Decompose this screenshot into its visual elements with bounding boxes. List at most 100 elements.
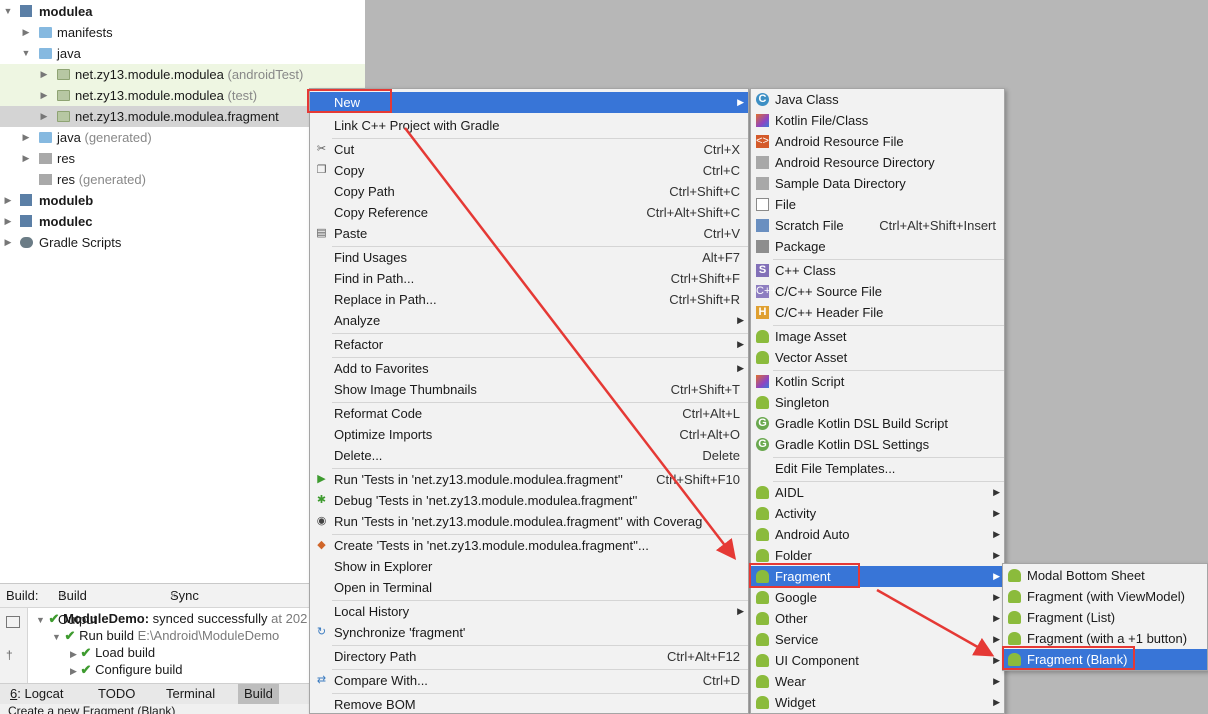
menu-item-directory-path[interactable]: Directory Path Ctrl+Alt+F12 — [310, 646, 748, 667]
new-item-fragment[interactable]: Fragment ▶ — [751, 566, 1004, 587]
menu-item-compare-with[interactable]: ⇄ Compare With... Ctrl+D — [310, 670, 748, 691]
expand-arrow-icon[interactable]: ▼ — [52, 632, 61, 642]
expand-arrow-icon[interactable]: ▶ — [70, 649, 77, 659]
menu-item-link-cpp[interactable]: Link C++ Project with Gradle — [310, 115, 748, 136]
new-item-cpp-source[interactable]: C++ C/C++ Source File — [751, 281, 1004, 302]
build-row[interactable]: ▼ ✔ ModuleDemo: synced successfully at 2… — [36, 610, 307, 627]
menu-item-show-image-thumbnails[interactable]: Show Image Thumbnails Ctrl+Shift+T — [310, 379, 748, 400]
new-item-edit-file-templates[interactable]: Edit File Templates... — [751, 458, 1004, 479]
new-item-service[interactable]: Service ▶ — [751, 629, 1004, 650]
fragment-item-modal-bottom-sheet[interactable]: Modal Bottom Sheet — [1003, 565, 1207, 586]
tree-item-java[interactable]: ▼ java — [0, 43, 365, 64]
android-icon — [756, 675, 769, 688]
tree-item-manifests[interactable]: ▶ manifests — [0, 22, 365, 43]
expand-arrow-icon[interactable]: ▶ — [38, 85, 50, 106]
menu-item-debug-tests[interactable]: ✱ Debug 'Tests in 'net.zy13.module.module… — [310, 490, 748, 511]
build-row[interactable]: ▶ ✔ Load build — [70, 644, 155, 661]
tool-window-label: Terminal — [166, 686, 216, 701]
new-item-vector-asset[interactable]: Vector Asset — [751, 347, 1004, 368]
menu-item-show-in-explorer[interactable]: Show in Explorer — [310, 556, 748, 577]
close-icon[interactable]: × — [58, 584, 64, 608]
new-item-android-resource-directory[interactable]: Android Resource Directory — [751, 152, 1004, 173]
menu-item-find-in-path[interactable]: Find in Path... Ctrl+Shift+F — [310, 268, 748, 289]
expand-arrow-icon[interactable]: ▶ — [2, 232, 14, 253]
menu-item-paste[interactable]: ▤ Paste Ctrl+V — [310, 223, 748, 244]
new-item-file[interactable]: File — [751, 194, 1004, 215]
build-row-name: Run build — [79, 628, 135, 643]
expand-arrow-icon[interactable]: ▼ — [20, 43, 32, 64]
menu-item-copy-reference[interactable]: Copy Reference Ctrl+Alt+Shift+C — [310, 202, 748, 223]
expand-arrow-icon[interactable]: ▶ — [2, 190, 14, 211]
menu-item-synchronize[interactable]: ↻ Synchronize 'fragment' — [310, 622, 748, 643]
new-item-java-class[interactable]: C Java Class — [751, 89, 1004, 110]
new-item-ui-component[interactable]: UI Component ▶ — [751, 650, 1004, 671]
new-item-folder[interactable]: Folder ▶ — [751, 545, 1004, 566]
tool-window-todo[interactable]: TODO — [92, 684, 141, 704]
new-item-cpp-class[interactable]: S C++ Class — [751, 260, 1004, 281]
gradle-icon — [20, 237, 33, 248]
new-item-google[interactable]: Google ▶ — [751, 587, 1004, 608]
new-item-image-asset[interactable]: Image Asset — [751, 326, 1004, 347]
menu-item-refactor[interactable]: Refactor ▶ — [310, 334, 748, 355]
close-icon[interactable]: × — [170, 584, 176, 608]
menu-item-optimize-imports[interactable]: Optimize Imports Ctrl+Alt+O — [310, 424, 748, 445]
menu-item-analyze[interactable]: Analyze ▶ — [310, 310, 748, 331]
fragment-item-with-viewmodel[interactable]: Fragment (with ViewModel) — [1003, 586, 1207, 607]
menu-item-label: Fragment (Blank) — [1027, 652, 1128, 667]
fragment-item-blank[interactable]: Fragment (Blank) — [1003, 649, 1207, 670]
new-item-android-resource-file[interactable]: <> Android Resource File — [751, 131, 1004, 152]
menu-item-copy[interactable]: ❐ Copy Ctrl+C — [310, 160, 748, 181]
expand-arrow-icon[interactable]: ▶ — [20, 22, 32, 43]
menu-item-delete[interactable]: Delete... Delete — [310, 445, 748, 466]
menu-item-create-tests[interactable]: ◆ Create 'Tests in 'net.zy13.module.modul… — [310, 535, 748, 556]
new-item-scratch-file[interactable]: Scratch File Ctrl+Alt+Shift+Insert — [751, 215, 1004, 236]
expand-arrow-icon[interactable]: ▶ — [38, 106, 50, 127]
menu-item-cut[interactable]: ✂ Cut Ctrl+X — [310, 139, 748, 160]
menu-item-add-to-favorites[interactable]: Add to Favorites ▶ — [310, 358, 748, 379]
new-item-singleton[interactable]: Singleton — [751, 392, 1004, 413]
new-item-gradle-build-script[interactable]: G Gradle Kotlin DSL Build Script — [751, 413, 1004, 434]
expand-arrow-icon[interactable]: ▶ — [20, 148, 32, 169]
menu-item-remove-bom[interactable]: Remove BOM — [310, 694, 748, 714]
new-item-kotlin-file[interactable]: Kotlin File/Class — [751, 110, 1004, 131]
menu-item-local-history[interactable]: Local History ▶ — [310, 601, 748, 622]
menu-item-reformat-code[interactable]: Reformat Code Ctrl+Alt+L — [310, 403, 748, 424]
new-item-aidl[interactable]: AIDL ▶ — [751, 482, 1004, 503]
expand-arrow-icon[interactable]: ▼ — [36, 615, 45, 625]
tool-window-build[interactable]: Build — [238, 684, 279, 704]
expand-arrow-icon[interactable]: ▶ — [38, 64, 50, 85]
fragment-item-plus-one-button[interactable]: Fragment (with a +1 button) — [1003, 628, 1207, 649]
build-row[interactable]: ▼ ✔ Run build E:\Android\ModuleDemo — [52, 627, 279, 644]
new-item-cpp-header[interactable]: H C/C++ Header File — [751, 302, 1004, 323]
fragment-item-list[interactable]: Fragment (List) — [1003, 607, 1207, 628]
menu-item-replace-in-path[interactable]: Replace in Path... Ctrl+Shift+R — [310, 289, 748, 310]
menu-item-open-in-terminal[interactable]: Open in Terminal — [310, 577, 748, 598]
new-item-activity[interactable]: Activity ▶ — [751, 503, 1004, 524]
menu-item-label: Compare With... — [334, 673, 428, 688]
restart-icon[interactable] — [6, 616, 20, 628]
new-item-other[interactable]: Other ▶ — [751, 608, 1004, 629]
menu-item-run-with-coverage[interactable]: ◉ Run 'Tests in 'net.zy13.module.modulea.… — [310, 511, 748, 532]
new-item-wear[interactable]: Wear ▶ — [751, 671, 1004, 692]
expand-arrow-icon[interactable]: ▼ — [2, 1, 14, 22]
menu-item-copy-path[interactable]: Copy Path Ctrl+Shift+C — [310, 181, 748, 202]
tool-window-logcat[interactable]: 6: Logcat — [4, 684, 70, 704]
expand-arrow-icon[interactable]: ▶ — [20, 127, 32, 148]
menu-item-run-tests[interactable]: ▶ Run 'Tests in 'net.zy13.module.modulea.… — [310, 469, 748, 490]
expand-arrow-icon[interactable]: ▶ — [2, 211, 14, 232]
expand-arrow-icon[interactable]: ▶ — [70, 666, 77, 676]
build-row[interactable]: ▶ ✔ Configure build — [70, 661, 183, 678]
new-item-package[interactable]: Package — [751, 236, 1004, 257]
pin-icon[interactable]: † — [6, 648, 20, 662]
menu-item-find-usages[interactable]: Find Usages Alt+F7 — [310, 247, 748, 268]
check-icon: ✔ — [48, 611, 60, 626]
menu-item-new[interactable]: New ▶ — [310, 92, 748, 113]
tree-item-modulea[interactable]: ▼ modulea — [0, 1, 365, 22]
tool-window-terminal[interactable]: Terminal — [160, 684, 221, 704]
new-item-widget[interactable]: Widget ▶ — [751, 692, 1004, 713]
new-item-android-auto[interactable]: Android Auto ▶ — [751, 524, 1004, 545]
new-item-gradle-settings[interactable]: G Gradle Kotlin DSL Settings — [751, 434, 1004, 455]
tree-item-package-androidtest[interactable]: ▶ net.zy13.module.modulea (androidTest) — [0, 64, 365, 85]
new-item-kotlin-script[interactable]: Kotlin Script — [751, 371, 1004, 392]
new-item-sample-data-directory[interactable]: Sample Data Directory — [751, 173, 1004, 194]
